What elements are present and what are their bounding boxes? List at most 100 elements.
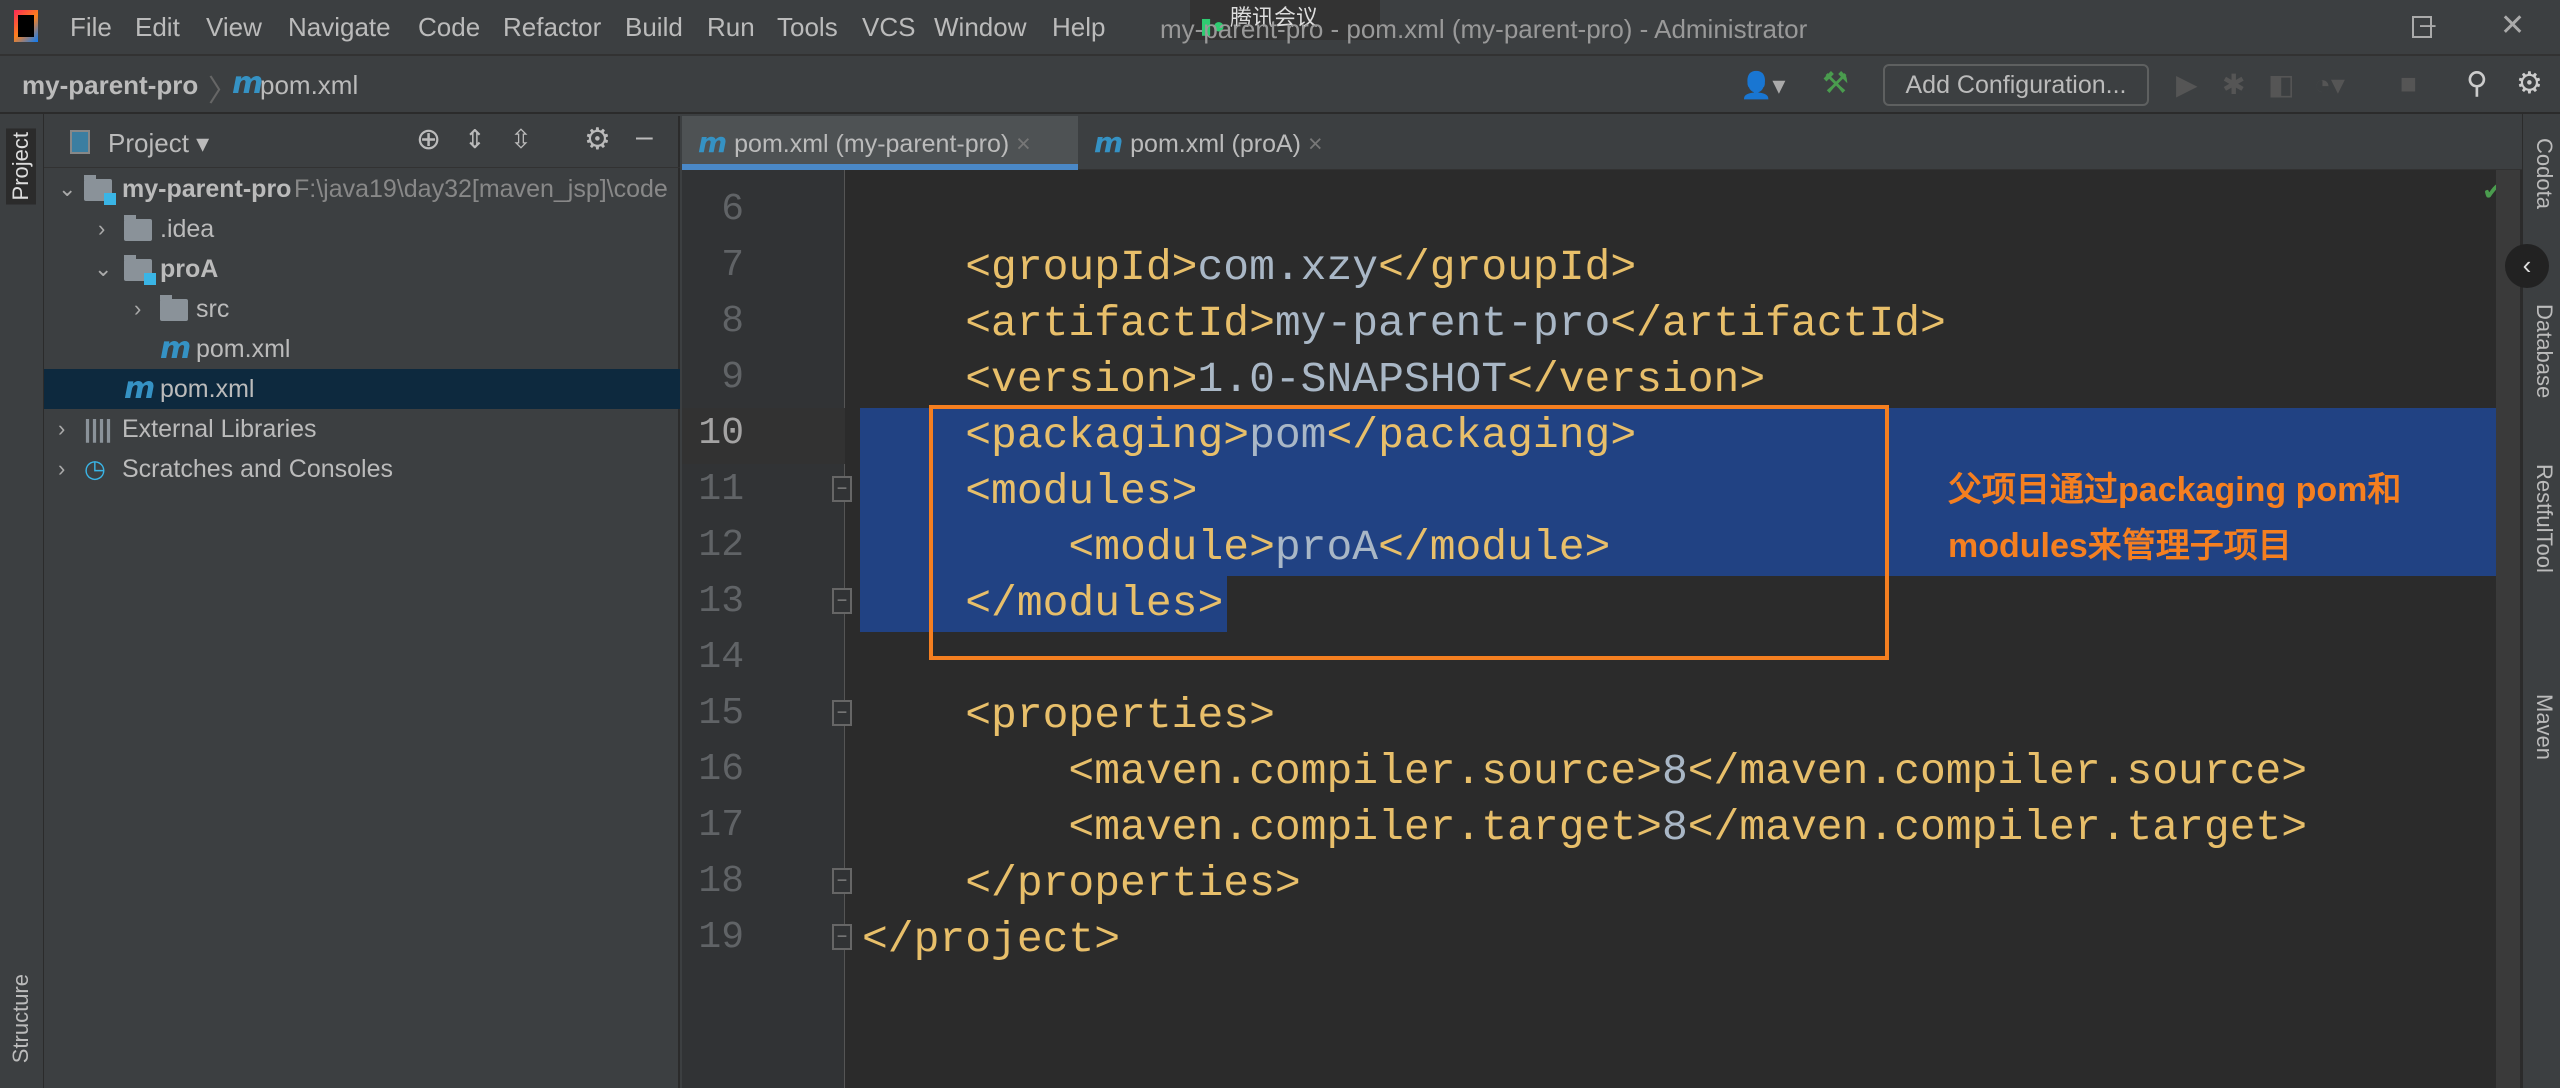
codota-tool-button[interactable]: Codota: [2531, 138, 2557, 209]
search-icon[interactable]: ⚲: [2466, 66, 2488, 101]
xml-tag: </artifactId>: [1610, 299, 1946, 348]
editor-tabs: m pom.xml (my-parent-pro) × m pom.xml (p…: [682, 116, 2522, 170]
xml-tag: </groupId>: [1378, 243, 1637, 292]
tag-value: 8: [1661, 747, 1688, 796]
line-number: 13: [698, 580, 744, 623]
line-number: 9: [721, 356, 744, 399]
maven-file-icon: m: [698, 126, 728, 159]
settings-icon[interactable]: ⚙: [584, 122, 611, 157]
database-tool-button[interactable]: Database: [2531, 304, 2557, 398]
tree-item-proa[interactable]: ⌄ proA: [44, 249, 680, 289]
settings-icon[interactable]: ⚙: [2516, 66, 2543, 101]
menu-build[interactable]: Build: [625, 12, 683, 43]
annotation-line: 父项目通过packaging pom和: [1948, 471, 2402, 509]
line-number: 17: [698, 804, 744, 847]
user-icon[interactable]: 👤▾: [1740, 70, 1785, 101]
vertical-scrollbar[interactable]: [2496, 170, 2520, 1088]
close-button[interactable]: ✕: [2500, 8, 2525, 43]
line-number: 10: [698, 412, 744, 455]
restfultool-tool-button[interactable]: RestfulTool: [2531, 464, 2557, 573]
menu-file[interactable]: File: [70, 12, 112, 43]
menu-refactor[interactable]: Refactor: [503, 12, 601, 43]
navigation-bar: my-parent-pro 〉 m pom.xml 👤▾ ⚒ Add Confi…: [0, 58, 2560, 114]
window-title: my-parent-pro - pom.xml (my-parent-pro) …: [1160, 14, 1808, 44]
structure-tool-button[interactable]: Structure: [8, 974, 34, 1063]
tab-pom-my-parent-pro[interactable]: m pom.xml (my-parent-pro) ×: [682, 116, 1078, 170]
project-view-dropdown[interactable]: Project ▾: [108, 128, 209, 159]
tag-value: 1.0-SNAPSHOT: [1197, 355, 1508, 404]
run-icon[interactable]: ▶: [2176, 68, 2198, 101]
tree-label: src: [196, 295, 230, 323]
scratches-icon: ◷: [84, 455, 106, 483]
tree-item-pom[interactable]: m pom.xml: [44, 369, 680, 409]
project-view-label: Project: [108, 128, 189, 158]
menu-window[interactable]: Window: [934, 12, 1026, 43]
project-tool-button[interactable]: Project: [6, 128, 36, 205]
menu-code[interactable]: Code: [418, 12, 480, 43]
tree-item-src[interactable]: › src: [44, 289, 680, 329]
debug-icon[interactable]: ✱: [2222, 68, 2245, 101]
menu-vcs[interactable]: VCS: [862, 12, 915, 43]
code-line: <groupId>com.xzy</groupId>: [862, 240, 1636, 296]
project-panel-header: Project ▾ ⊕ ⇕ ⇳ ⚙ –: [44, 116, 680, 168]
right-tool-stripe: Codota ‹ Database RestfulTool Maven: [2505, 114, 2560, 1088]
expand-all-icon[interactable]: ⇕: [464, 124, 486, 155]
code-editor[interactable]: 6 7 <groupId>com.xzy</groupId> 8 <artifact…: [682, 170, 2522, 1088]
tree-item-my-parent-pro[interactable]: ⌄ my-parent-pro F:\java19\day32[maven_jsp]…: [44, 169, 680, 209]
tree-item-external-libraries[interactable]: › |||| External Libraries: [44, 409, 680, 449]
xml-tag: <groupId>: [862, 243, 1198, 292]
fold-marker-icon[interactable]: −: [832, 700, 852, 726]
folder-icon: [160, 295, 188, 321]
fold-marker-icon[interactable]: −: [832, 588, 852, 614]
line-number: 6: [721, 188, 744, 231]
line-number: 11: [698, 468, 744, 511]
xml-tag: <version>: [862, 355, 1198, 404]
xml-tag: <properties>: [862, 691, 1275, 740]
tree-item-scratches[interactable]: › ◷ Scratches and Consoles: [44, 449, 680, 489]
collapse-panel-button[interactable]: ‹: [2505, 244, 2549, 288]
maven-tool-button[interactable]: Maven: [2531, 694, 2557, 760]
tree-path: F:\java19\day32[maven_jsp]\code: [294, 175, 668, 203]
menu-run[interactable]: Run: [707, 12, 755, 43]
menu-navigate[interactable]: Navigate: [288, 12, 391, 43]
title-bar: File Edit View Navigate Code Refactor Build Run…: [0, 0, 2560, 56]
module-folder-icon: [84, 175, 116, 205]
tree-item-proa-pom[interactable]: m pom.xml: [44, 329, 680, 369]
annotation-box: [929, 405, 1889, 660]
hide-panel-icon[interactable]: –: [636, 120, 653, 154]
menu-edit[interactable]: Edit: [135, 12, 180, 43]
coverage-icon[interactable]: ◧: [2268, 68, 2294, 101]
close-tab-icon[interactable]: ×: [1308, 130, 1323, 158]
menu-help[interactable]: Help: [1052, 12, 1105, 43]
tab-pom-proa[interactable]: m pom.xml (proA) ×: [1078, 116, 1338, 170]
build-hammer-icon[interactable]: ⚒: [1822, 66, 1849, 101]
xml-tag: </project>: [862, 915, 1121, 964]
left-tool-stripe: Project Structure: [0, 114, 44, 1088]
restore-button[interactable]: [2412, 16, 2432, 38]
fold-marker-icon[interactable]: −: [832, 868, 852, 894]
tab-label: pom.xml (my-parent-pro): [734, 130, 1010, 158]
maven-file-icon: m: [124, 371, 156, 406]
locate-icon[interactable]: ⊕: [416, 122, 441, 157]
collapse-all-icon[interactable]: ⇳: [510, 124, 532, 155]
tree-label: Scratches and Consoles: [122, 455, 393, 483]
line-number: 7: [721, 244, 744, 287]
tree-label: External Libraries: [122, 415, 317, 443]
tree-item-idea[interactable]: › .idea: [44, 209, 680, 249]
maven-file-icon: m: [160, 331, 192, 366]
breadcrumb-file[interactable]: pom.xml: [260, 70, 358, 101]
menu-view[interactable]: View: [206, 12, 262, 43]
fold-marker-icon[interactable]: −: [832, 476, 852, 502]
close-tab-icon[interactable]: ×: [1016, 130, 1031, 158]
tree-label: .idea: [160, 215, 215, 243]
tree-label: my-parent-pro: [122, 175, 292, 203]
code-line: <artifactId>my-parent-pro</artifactId>: [862, 296, 1946, 352]
stop-icon[interactable]: ■: [2400, 68, 2417, 100]
xml-tag: <maven.compiler.target>: [862, 803, 1662, 852]
fold-marker-icon[interactable]: −: [832, 924, 852, 950]
add-configuration-button[interactable]: Add Configuration...: [1883, 64, 2149, 106]
menu-tools[interactable]: Tools: [777, 12, 838, 43]
code-line: </properties>: [862, 856, 1300, 912]
profile-icon[interactable]: ◔▾: [2314, 68, 2345, 101]
breadcrumb-project[interactable]: my-parent-pro: [22, 70, 198, 101]
